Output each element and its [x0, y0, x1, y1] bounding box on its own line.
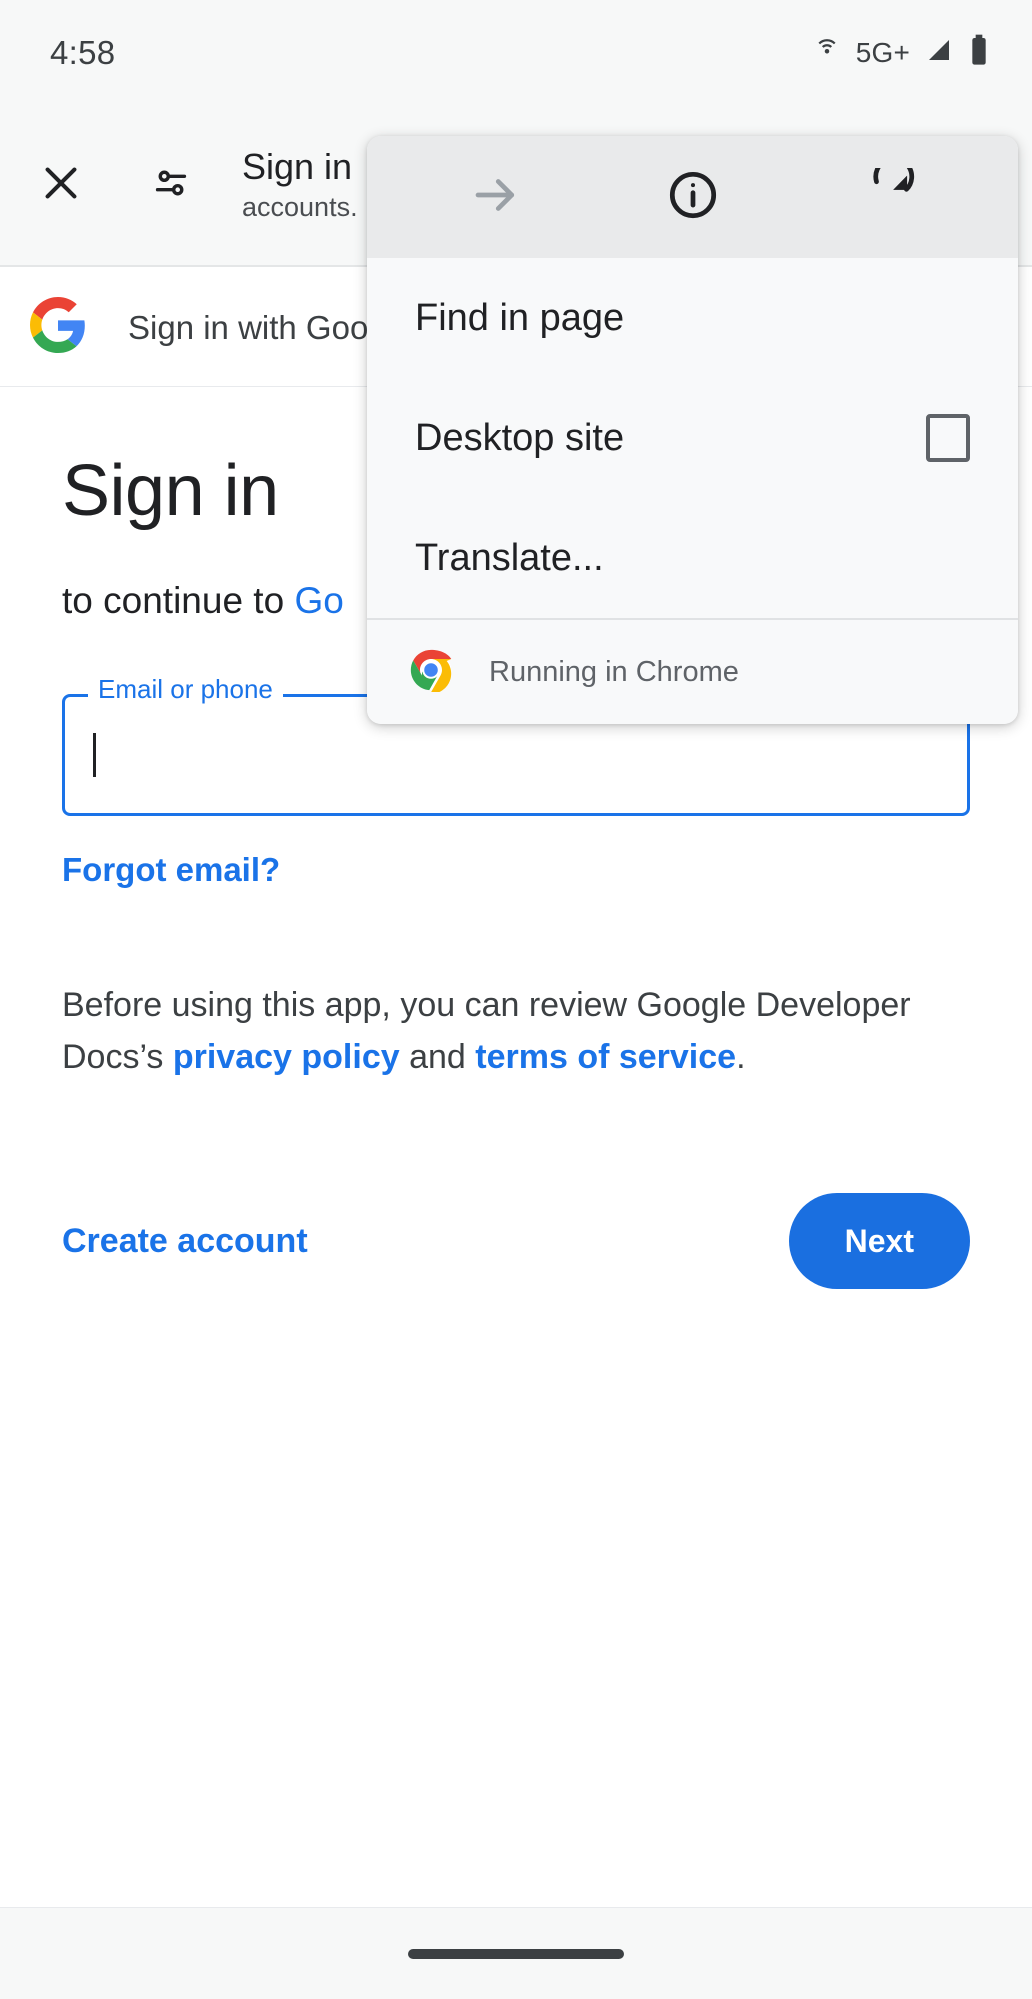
legal-suffix: .	[736, 1038, 746, 1076]
toolbar-titles[interactable]: Sign in accounts.	[242, 145, 358, 225]
reload-button[interactable]	[848, 155, 932, 239]
menu-icon-row	[367, 136, 1018, 258]
continue-to-prefix: to continue to	[62, 580, 295, 621]
menu-footer-running-in-chrome[interactable]: Running in Chrome	[367, 620, 1018, 724]
forward-arrow-icon	[469, 168, 523, 227]
page-info-circle-icon	[666, 168, 720, 227]
battery-icon	[968, 34, 990, 71]
legal-conjunction: and	[399, 1038, 476, 1076]
next-button[interactable]: Next	[788, 1193, 970, 1289]
gesture-navigation-bar	[0, 1907, 1032, 1999]
status-bar: 4:58 5G+	[0, 0, 1032, 105]
privacy-policy-link[interactable]: privacy policy	[173, 1038, 400, 1076]
page-action-row: Create account Next	[62, 1193, 970, 1289]
menu-item-label: Find in page	[415, 296, 625, 339]
phone-screen: 4:58 5G+ Sign in accounts. Sign in with …	[0, 0, 1032, 1999]
menu-item-label: Translate...	[415, 536, 604, 579]
status-bar-clock: 4:58	[50, 33, 116, 71]
menu-item-desktop-site[interactable]: Desktop site	[367, 378, 1018, 498]
menu-item-label: Desktop site	[415, 416, 625, 459]
hotspot-icon	[812, 35, 842, 70]
overflow-menu: Find in page Desktop site Translate... R…	[367, 136, 1018, 724]
page-info-button[interactable]	[140, 154, 202, 216]
legal-disclaimer: Before using this app, you can review Go…	[62, 979, 970, 1083]
running-in-chrome-label: Running in Chrome	[489, 655, 739, 688]
page-title: Sign in	[242, 146, 353, 187]
network-type-label: 5G+	[855, 36, 910, 68]
menu-item-translate[interactable]: Translate...	[367, 498, 1018, 618]
menu-item-find-in-page[interactable]: Find in page	[367, 258, 1018, 378]
page-origin: accounts.	[242, 192, 358, 222]
page-info-circle-button[interactable]	[651, 155, 735, 239]
forward-button[interactable]	[454, 155, 538, 239]
close-icon	[38, 160, 84, 211]
cellular-signal-icon	[924, 35, 954, 70]
google-g-logo-icon	[30, 297, 86, 358]
chrome-logo-icon	[409, 648, 453, 697]
forgot-email-link[interactable]: Forgot email?	[62, 851, 280, 889]
continue-to-app-name: Go	[294, 580, 344, 621]
page-info-icon	[148, 160, 194, 211]
sign-in-with-google-label: Sign in with Goo	[128, 308, 369, 346]
terms-of-service-link[interactable]: terms of service	[475, 1038, 736, 1076]
desktop-site-checkbox[interactable]	[926, 414, 970, 462]
close-button[interactable]	[30, 154, 92, 216]
gesture-nav-handle[interactable]	[408, 1948, 624, 1959]
reload-icon	[863, 155, 917, 227]
create-account-link[interactable]: Create account	[62, 1222, 308, 1261]
text-caret	[93, 733, 96, 777]
status-bar-indicators: 5G+	[812, 34, 990, 71]
email-field-label: Email or phone	[88, 674, 283, 705]
